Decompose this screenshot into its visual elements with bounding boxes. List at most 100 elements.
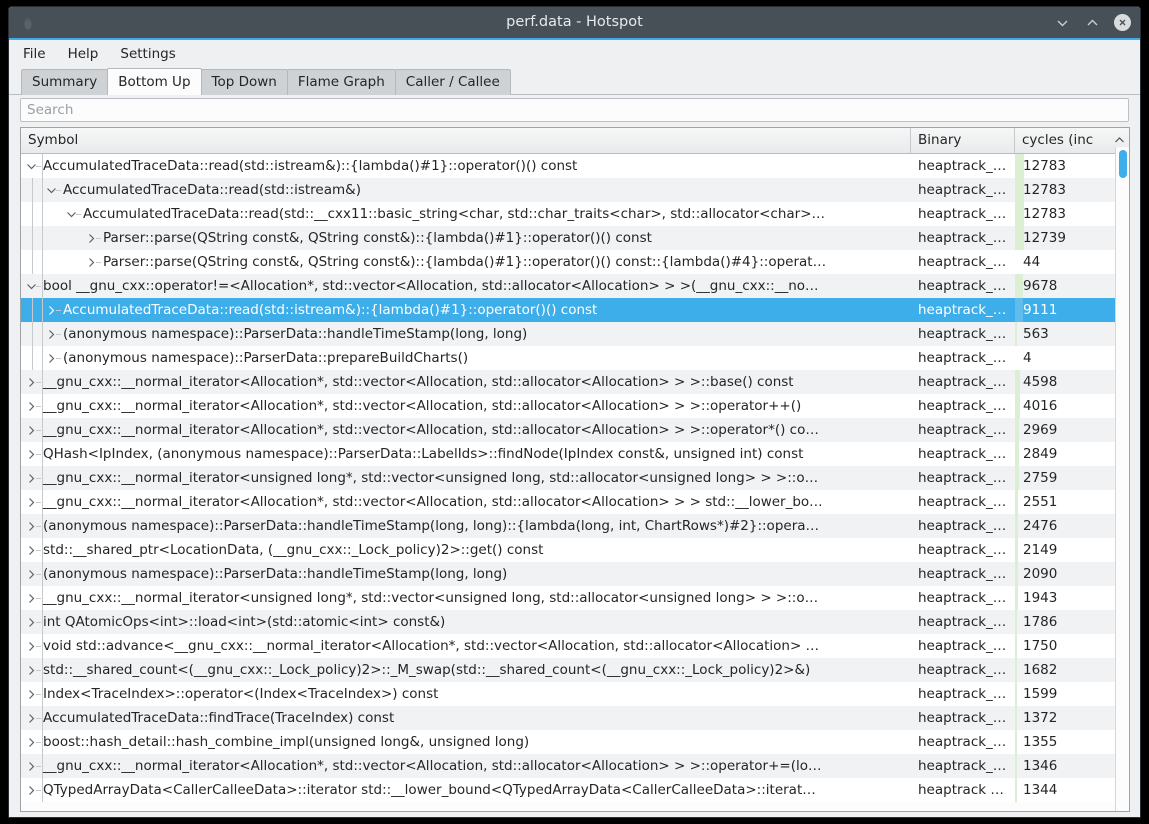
cell-symbol: boost::hash_detail::hash_combine_impl(un… bbox=[21, 730, 911, 754]
chevron-right-icon[interactable] bbox=[21, 634, 41, 658]
symbol-label: (anonymous namespace)::ParserData::handl… bbox=[43, 566, 508, 582]
table-row[interactable]: (anonymous namespace)::ParserData::prepa… bbox=[21, 346, 1129, 370]
cell-binary: heaptrack_… bbox=[918, 422, 1007, 438]
chevron-right-icon[interactable] bbox=[41, 322, 61, 346]
chevron-down-icon[interactable] bbox=[21, 154, 41, 178]
chevron-down-icon[interactable] bbox=[61, 202, 81, 226]
tab-summary[interactable]: Summary bbox=[21, 69, 109, 95]
chevron-right-icon[interactable] bbox=[21, 778, 41, 802]
table-row[interactable]: AccumulatedTraceData::read(std::istream&… bbox=[21, 298, 1129, 322]
chevron-right-icon[interactable] bbox=[21, 490, 41, 514]
cell-symbol: (anonymous namespace)::ParserData::handl… bbox=[21, 562, 911, 586]
table-row[interactable]: __gnu_cxx::__normal_iterator<Allocation*… bbox=[21, 394, 1129, 418]
cost-indicator-bar bbox=[1015, 754, 1017, 778]
cell-cycles: 563 bbox=[1015, 322, 1129, 346]
column-header-binary[interactable]: Binary bbox=[911, 128, 1015, 153]
chevron-right-icon[interactable] bbox=[21, 562, 41, 586]
chevron-right-icon[interactable] bbox=[21, 754, 41, 778]
table-row[interactable]: (anonymous namespace)::ParserData::handl… bbox=[21, 562, 1129, 586]
chevron-right-icon[interactable] bbox=[21, 370, 41, 394]
chevron-right-icon[interactable] bbox=[21, 610, 41, 634]
cycles-value: 12783 bbox=[1023, 158, 1066, 174]
cell-binary: heaptrack_… bbox=[918, 542, 1007, 558]
search-input[interactable] bbox=[20, 98, 1129, 122]
minimize-icon[interactable] bbox=[1054, 14, 1071, 31]
table-row[interactable]: __gnu_cxx::__normal_iterator<Allocation*… bbox=[21, 418, 1129, 442]
table-row[interactable]: Index<TraceIndex>::operator<(Index<Trace… bbox=[21, 682, 1129, 706]
vertical-scrollbar[interactable] bbox=[1115, 147, 1129, 811]
cell-binary: heaptrack_… bbox=[918, 518, 1007, 534]
vertical-scrollbar-handle[interactable] bbox=[1119, 150, 1127, 178]
table-row[interactable]: void std::advance<__gnu_cxx::__normal_it… bbox=[21, 634, 1129, 658]
table-row[interactable]: std::__shared_ptr<LocationData, (__gnu_c… bbox=[21, 538, 1129, 562]
cycles-value: 1750 bbox=[1023, 638, 1058, 654]
chevron-right-icon[interactable] bbox=[21, 706, 41, 730]
table-row[interactable]: AccumulatedTraceData::read(std::__cxx11:… bbox=[21, 202, 1129, 226]
column-header-cycles[interactable]: cycles (inc bbox=[1015, 128, 1129, 153]
tab-bottom-up[interactable]: Bottom Up bbox=[107, 68, 202, 95]
chevron-down-icon[interactable] bbox=[41, 178, 61, 202]
table-row[interactable]: std::__shared_count<(__gnu_cxx::_Lock_po… bbox=[21, 658, 1129, 682]
chevron-right-icon[interactable] bbox=[21, 418, 41, 442]
table-row[interactable]: Parser::parse(QString const&, QString co… bbox=[21, 226, 1129, 250]
chevron-right-icon[interactable] bbox=[21, 682, 41, 706]
cost-indicator-bar bbox=[1015, 586, 1018, 610]
tab-flame-graph[interactable]: Flame Graph bbox=[286, 69, 396, 95]
table-body[interactable]: AccumulatedTraceData::read(std::istream&… bbox=[21, 154, 1129, 811]
chevron-right-icon[interactable] bbox=[21, 730, 41, 754]
table-row[interactable]: QTypedArrayData<CallerCalleeData>::itera… bbox=[21, 778, 1129, 802]
cost-indicator-bar bbox=[1015, 658, 1017, 682]
table-row[interactable]: bool __gnu_cxx::operator!=<Allocation*, … bbox=[21, 274, 1129, 298]
maximize-icon[interactable] bbox=[1084, 14, 1101, 31]
table-row[interactable]: __gnu_cxx::__normal_iterator<Allocation*… bbox=[21, 490, 1129, 514]
chevron-right-icon[interactable] bbox=[81, 250, 101, 274]
menu-item-help[interactable]: Help bbox=[68, 42, 111, 66]
chevron-right-icon[interactable] bbox=[21, 394, 41, 418]
chevron-right-icon[interactable] bbox=[21, 658, 41, 682]
cycles-value: 12783 bbox=[1023, 182, 1066, 198]
tab-caller-callee[interactable]: Caller / Callee bbox=[394, 69, 511, 95]
chevron-right-icon[interactable] bbox=[41, 346, 61, 370]
chevron-right-icon[interactable] bbox=[21, 514, 41, 538]
tab-top-down[interactable]: Top Down bbox=[200, 69, 288, 95]
table-row[interactable]: boost::hash_detail::hash_combine_impl(un… bbox=[21, 730, 1129, 754]
table-row[interactable]: AccumulatedTraceData::read(std::istream&… bbox=[21, 154, 1129, 178]
cell-binary: heaptrack_… bbox=[918, 758, 1007, 774]
table-row[interactable]: __gnu_cxx::__normal_iterator<unsigned lo… bbox=[21, 466, 1129, 490]
table-row[interactable]: AccumulatedTraceData::read(std::istream&… bbox=[21, 178, 1129, 202]
cell-binary: heaptrack_… bbox=[918, 494, 1007, 510]
table-row[interactable]: __gnu_cxx::__normal_iterator<unsigned lo… bbox=[21, 586, 1129, 610]
cell-symbol: int QAtomicOps<int>::load<int>(std::atom… bbox=[21, 610, 911, 634]
symbol-label: __gnu_cxx::__normal_iterator<Allocation*… bbox=[43, 422, 819, 438]
cell-cycles: 2149 bbox=[1015, 538, 1129, 562]
menu-item-file[interactable]: File bbox=[23, 42, 58, 66]
menu-item-settings[interactable]: Settings bbox=[120, 42, 187, 66]
column-header-symbol[interactable]: Symbol bbox=[21, 128, 911, 153]
chevron-right-icon[interactable] bbox=[81, 226, 101, 250]
symbol-label: AccumulatedTraceData::findTrace(TraceInd… bbox=[43, 710, 395, 726]
table-row[interactable]: int QAtomicOps<int>::load<int>(std::atom… bbox=[21, 610, 1129, 634]
chevron-right-icon[interactable] bbox=[21, 466, 41, 490]
chevron-right-icon[interactable] bbox=[21, 442, 41, 466]
chevron-right-icon[interactable] bbox=[41, 298, 61, 322]
cycles-value: 563 bbox=[1023, 326, 1049, 342]
table-row[interactable]: (anonymous namespace)::ParserData::handl… bbox=[21, 322, 1129, 346]
cost-indicator-bar bbox=[1015, 706, 1017, 730]
table-row[interactable]: QHash<IpIndex, (anonymous namespace)::Pa… bbox=[21, 442, 1129, 466]
cell-symbol: QTypedArrayData<CallerCalleeData>::itera… bbox=[21, 778, 911, 802]
chevron-down-icon[interactable] bbox=[21, 274, 41, 298]
cell-cycles: 1750 bbox=[1015, 634, 1129, 658]
close-icon[interactable] bbox=[1114, 14, 1131, 31]
table-row[interactable]: __gnu_cxx::__normal_iterator<Allocation*… bbox=[21, 370, 1129, 394]
cell-symbol: AccumulatedTraceData::read(std::istream&… bbox=[21, 154, 911, 178]
symbol-label: __gnu_cxx::__normal_iterator<unsigned lo… bbox=[43, 470, 819, 486]
chevron-right-icon[interactable] bbox=[21, 586, 41, 610]
table-row[interactable]: Parser::parse(QString const&, QString co… bbox=[21, 250, 1129, 274]
cycles-value: 2849 bbox=[1023, 446, 1058, 462]
table-row[interactable]: (anonymous namespace)::ParserData::handl… bbox=[21, 514, 1129, 538]
cell-cycles: 1943 bbox=[1015, 586, 1129, 610]
chevron-right-icon[interactable] bbox=[21, 538, 41, 562]
table-row[interactable]: __gnu_cxx::__normal_iterator<Allocation*… bbox=[21, 754, 1129, 778]
table-row[interactable]: AccumulatedTraceData::findTrace(TraceInd… bbox=[21, 706, 1129, 730]
cost-indicator-bar bbox=[1015, 730, 1017, 754]
